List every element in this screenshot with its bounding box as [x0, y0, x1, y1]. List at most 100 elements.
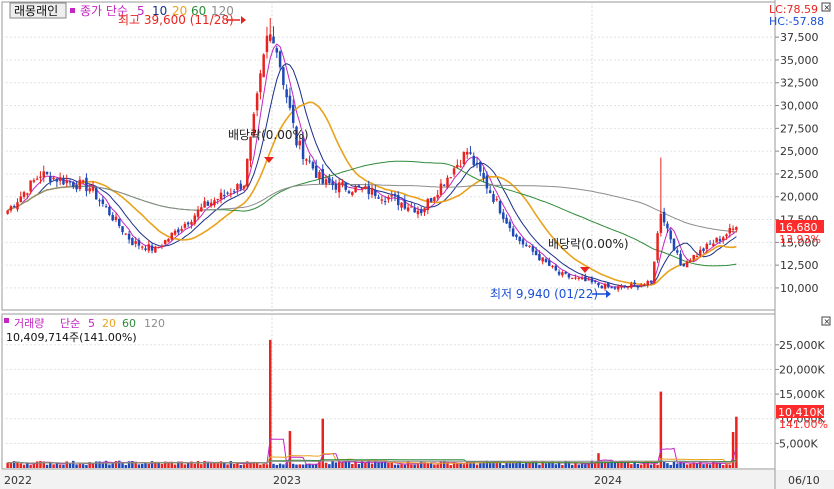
price-tick-label: 22,500 — [780, 168, 819, 181]
x-label-2023: 2023 — [273, 474, 301, 487]
volume-bar — [16, 462, 19, 468]
volume-bar — [173, 464, 177, 468]
candle-body — [370, 187, 374, 195]
candle-body — [268, 34, 272, 41]
volume-bar — [45, 464, 49, 468]
volume-bar — [341, 461, 344, 468]
candle-body — [288, 95, 292, 109]
candle-body — [104, 206, 108, 208]
candle-body — [567, 274, 571, 278]
close-volume-pane-button[interactable]: × — [821, 316, 831, 326]
candle-body — [603, 284, 607, 289]
volume-bar — [160, 463, 164, 468]
candle-body — [124, 233, 128, 235]
volume-bar — [607, 462, 610, 468]
candle-body — [725, 234, 728, 237]
candle-body — [610, 287, 613, 289]
volume-bar — [630, 464, 633, 468]
candle-body — [472, 155, 476, 165]
candle-body — [39, 176, 42, 178]
volume-bar — [370, 463, 374, 468]
candle-body — [699, 249, 702, 256]
candle-body — [236, 184, 239, 191]
volume-bar — [137, 464, 141, 468]
volume-bar — [331, 460, 334, 468]
volume-bar — [538, 464, 541, 468]
candle-body — [157, 246, 160, 248]
candle-body — [62, 178, 65, 185]
candle-body — [597, 282, 600, 286]
candle-body — [357, 185, 361, 188]
candle-body — [531, 246, 535, 252]
volume-bar — [633, 462, 636, 468]
volume-bar — [81, 464, 85, 468]
candle-body — [42, 171, 45, 178]
volume-bar — [439, 461, 443, 468]
volume-bar — [26, 463, 29, 468]
candle-body — [436, 194, 439, 198]
x-axis-strip — [0, 470, 834, 489]
volume-bar — [456, 463, 459, 468]
volume-bar — [584, 464, 587, 468]
candle-body — [255, 93, 259, 111]
candle-body — [429, 197, 433, 202]
volume-bar — [186, 463, 190, 468]
candle-body — [334, 183, 338, 190]
volume-bar — [354, 462, 357, 468]
volume-bar — [78, 463, 82, 468]
volume-bar — [364, 462, 367, 468]
volume-bar — [656, 464, 659, 468]
candle-body — [646, 280, 649, 286]
candle-body — [154, 246, 157, 253]
candle-body — [200, 207, 203, 212]
hc-value: HC:-57.88 — [769, 15, 824, 28]
candle-body — [147, 244, 151, 251]
volume-bar — [442, 460, 446, 468]
candle-body — [731, 228, 735, 230]
candle-body — [314, 165, 318, 178]
price-tick-label: 25,000 — [780, 145, 819, 158]
price-tick-label: 12,500 — [780, 259, 819, 272]
volume-bar — [721, 465, 725, 468]
volume-bar — [708, 464, 712, 468]
close-price-pane-button[interactable]: × — [821, 2, 831, 12]
candle-body — [541, 257, 544, 262]
volume-bar — [410, 464, 413, 468]
candle-body — [712, 243, 715, 247]
candle-body — [318, 172, 321, 179]
volume-bar — [659, 391, 663, 468]
price-tick-label: 20,000 — [780, 191, 819, 204]
candle-body — [167, 238, 170, 242]
volume-bar — [196, 461, 200, 468]
candle-body — [144, 248, 147, 250]
price-change-value: 13.93% — [779, 233, 821, 246]
candle-body — [518, 236, 521, 242]
candle-body — [367, 185, 370, 195]
candle-body — [291, 104, 295, 123]
candle-body — [620, 285, 623, 288]
volume-bar — [91, 463, 95, 468]
candle-body — [534, 250, 538, 256]
volume-bar — [662, 461, 666, 468]
volume-bar — [508, 463, 512, 468]
candle-body — [180, 228, 183, 231]
stock-name: 래몽래인 — [14, 4, 58, 18]
candle-body — [561, 272, 564, 276]
candle-body — [163, 240, 167, 245]
candle-body — [140, 246, 144, 248]
candle-body — [232, 191, 236, 193]
volume-bar — [62, 464, 65, 468]
candle-body — [265, 35, 269, 53]
candle-body — [580, 278, 584, 280]
candle-body — [452, 168, 456, 175]
candle-body — [111, 214, 114, 221]
volume-tick-label: 5,000K — [779, 437, 818, 450]
volume-bar — [587, 463, 590, 468]
candle-body — [639, 285, 643, 287]
candle-body — [347, 191, 351, 194]
candle-body — [600, 286, 604, 289]
candle-body — [666, 223, 669, 229]
volume-bar — [715, 463, 718, 468]
candle-body — [397, 195, 400, 206]
volume-bar — [213, 462, 216, 468]
